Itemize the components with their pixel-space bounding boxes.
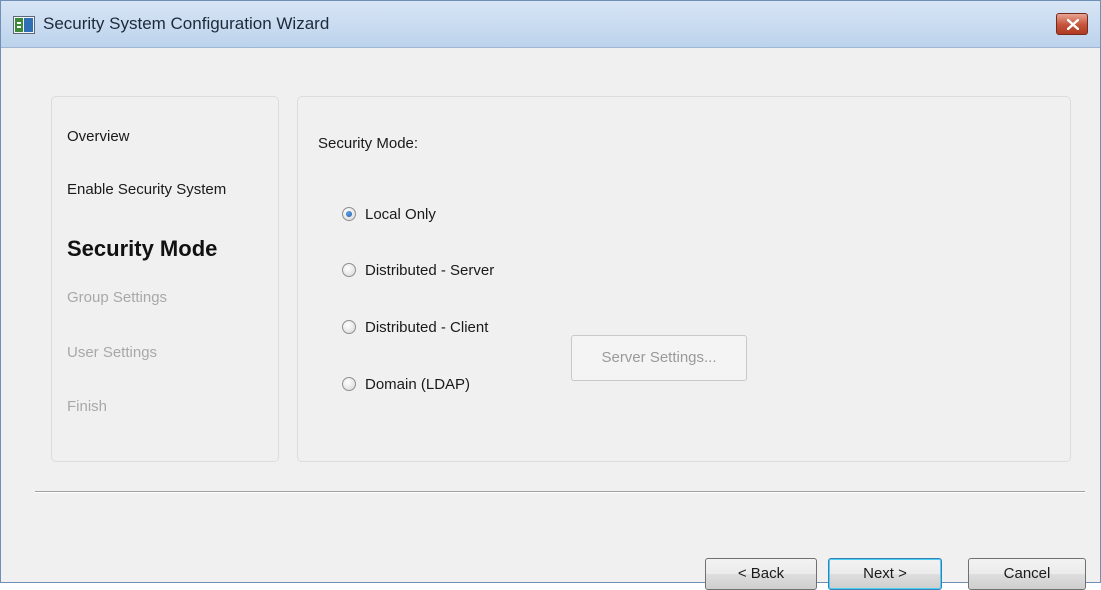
step-finish: Finish [67,398,108,415]
radio-label-domain-ldap: Domain (LDAP) [365,375,471,393]
security-mode-panel: Security Mode: Local Only Distributed - … [297,96,1071,462]
step-user-settings: User Settings [67,344,158,361]
radio-label-distributed-server: Distributed - Server [365,261,495,279]
wizard-body: Overview Enable Security System Security… [2,48,1099,590]
title-bar[interactable]: Security System Configuration Wizard [1,1,1100,48]
step-security-mode: Security Mode [67,236,218,261]
next-button[interactable]: Next > [828,558,942,590]
radio-button[interactable] [342,377,356,391]
cancel-button[interactable]: Cancel [968,558,1086,590]
window-title: Security System Configuration Wizard [43,14,330,33]
radio-distributed-server[interactable]: Distributed - Server [342,259,494,281]
close-button[interactable] [1056,13,1088,35]
radio-domain-ldap[interactable]: Domain (LDAP) [342,373,470,395]
server-settings-button[interactable]: Server Settings... [571,335,747,381]
step-enable-security-system: Enable Security System [67,181,227,198]
wizard-app-icon [13,16,35,34]
step-group-settings: Group Settings [67,289,168,306]
radio-button-checked[interactable] [342,207,356,221]
radio-distributed-client[interactable]: Distributed - Client [342,316,488,338]
wizard-steps-panel: Overview Enable Security System Security… [51,96,279,462]
security-mode-label: Security Mode: [318,135,419,152]
back-button[interactable]: < Back [705,558,817,590]
radio-label-local-only: Local Only [365,205,436,223]
close-icon [1067,19,1079,30]
footer-divider [35,491,1085,493]
radio-label-distributed-client: Distributed - Client [365,318,489,336]
radio-button[interactable] [342,320,356,334]
radio-button[interactable] [342,263,356,277]
radio-local-only[interactable]: Local Only [342,203,436,225]
step-overview: Overview [67,128,130,145]
wizard-window: Security System Configuration Wizard Ove… [0,0,1101,590]
